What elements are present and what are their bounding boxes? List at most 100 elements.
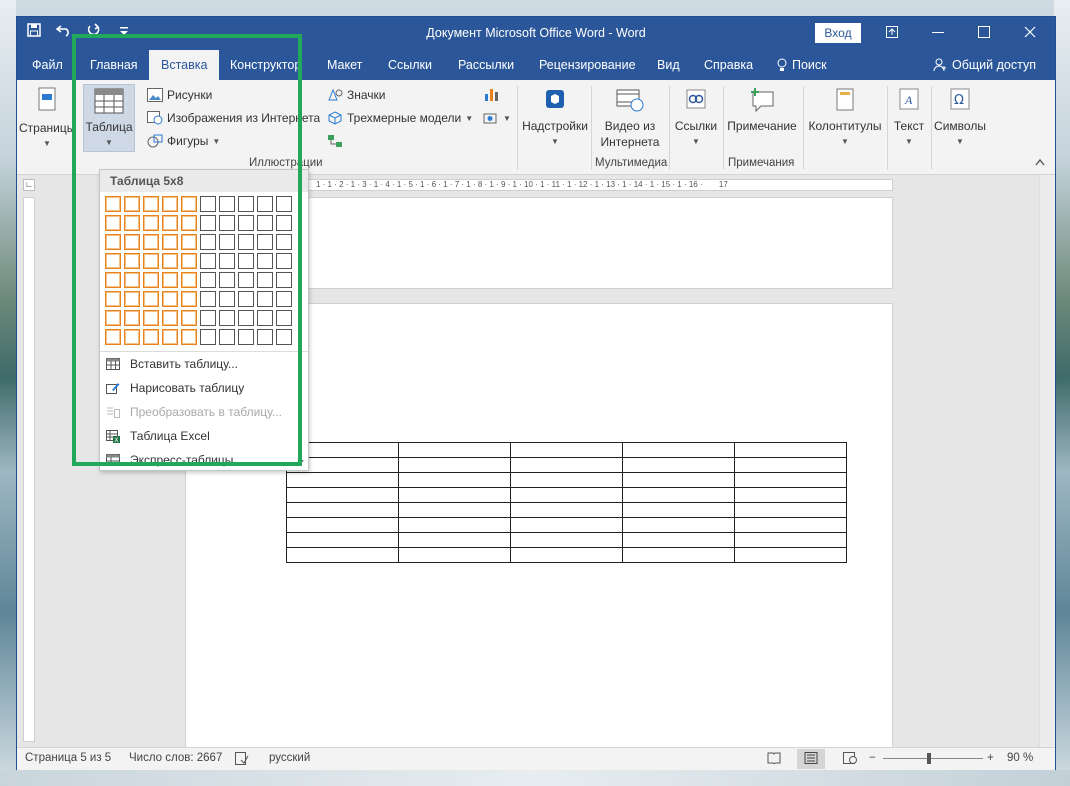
addins-button[interactable]: Надстройки ▼ bbox=[521, 86, 589, 150]
grid-cell[interactable] bbox=[238, 291, 254, 307]
collapse-ribbon-icon[interactable] bbox=[1035, 158, 1045, 166]
grid-cell[interactable] bbox=[238, 329, 254, 345]
grid-cell[interactable] bbox=[105, 196, 121, 212]
table-cell[interactable] bbox=[510, 457, 623, 473]
grid-cell[interactable] bbox=[143, 253, 159, 269]
table-cell[interactable] bbox=[286, 487, 399, 503]
grid-cell[interactable] bbox=[162, 272, 178, 288]
share-button[interactable]: Общий доступ bbox=[921, 50, 1048, 80]
table-button[interactable]: Таблица ▼ bbox=[83, 84, 135, 152]
zoom-in-icon[interactable]: + bbox=[987, 752, 994, 764]
grid-cell[interactable] bbox=[143, 215, 159, 231]
grid-cell[interactable] bbox=[181, 215, 197, 231]
text-button[interactable]: A Текст ▼ bbox=[889, 86, 929, 150]
table-cell[interactable] bbox=[398, 547, 511, 563]
grid-cell[interactable] bbox=[181, 329, 197, 345]
online-pictures-button[interactable]: Изображения из Интернета bbox=[147, 111, 320, 125]
grid-cell[interactable] bbox=[200, 215, 216, 231]
table-row[interactable] bbox=[286, 472, 847, 488]
grid-cell[interactable] bbox=[238, 215, 254, 231]
table-row[interactable] bbox=[286, 532, 847, 548]
table-cell[interactable] bbox=[398, 442, 511, 458]
grid-cell[interactable] bbox=[124, 272, 140, 288]
grid-cell[interactable] bbox=[124, 329, 140, 345]
grid-cell[interactable] bbox=[276, 234, 292, 250]
grid-cell[interactable] bbox=[219, 310, 235, 326]
table-cell[interactable] bbox=[510, 532, 623, 548]
grid-cell[interactable] bbox=[124, 253, 140, 269]
close-icon[interactable] bbox=[1007, 17, 1053, 50]
grid-cell[interactable] bbox=[162, 234, 178, 250]
table-cell[interactable] bbox=[398, 487, 511, 503]
grid-cell[interactable] bbox=[124, 196, 140, 212]
grid-cell[interactable] bbox=[219, 253, 235, 269]
language[interactable]: русский bbox=[269, 752, 310, 764]
grid-cell[interactable] bbox=[124, 291, 140, 307]
menu-excel-table[interactable]: X Таблица Excel bbox=[106, 425, 304, 447]
table-cell[interactable] bbox=[286, 517, 399, 533]
grid-cell[interactable] bbox=[257, 234, 273, 250]
vertical-ruler[interactable] bbox=[23, 197, 35, 742]
page-count[interactable]: Страница 5 из 5 bbox=[25, 752, 111, 764]
table-cell[interactable] bbox=[622, 502, 735, 518]
maximize-icon[interactable] bbox=[961, 17, 1007, 50]
web-layout-icon[interactable] bbox=[843, 752, 857, 767]
grid-cell[interactable] bbox=[105, 329, 121, 345]
table-cell[interactable] bbox=[622, 442, 735, 458]
tab-design[interactable]: Конструктор bbox=[218, 50, 313, 80]
grid-cell[interactable] bbox=[276, 253, 292, 269]
table-cell[interactable] bbox=[286, 532, 399, 548]
grid-cell[interactable] bbox=[105, 310, 121, 326]
zoom-slider[interactable] bbox=[883, 753, 983, 764]
table-row[interactable] bbox=[286, 502, 847, 518]
read-mode-icon[interactable] bbox=[767, 752, 781, 767]
tab-references[interactable]: Ссылки bbox=[376, 50, 444, 80]
tab-file[interactable]: Файл bbox=[20, 50, 75, 80]
table-cell[interactable] bbox=[398, 457, 511, 473]
grid-cell[interactable] bbox=[181, 253, 197, 269]
tab-layout[interactable]: Макет bbox=[315, 50, 374, 80]
grid-cell[interactable] bbox=[105, 234, 121, 250]
pages-button[interactable]: Страницы ▼ bbox=[19, 86, 75, 152]
proofing-icon[interactable] bbox=[235, 752, 249, 768]
table-cell[interactable] bbox=[622, 472, 735, 488]
table-cell[interactable] bbox=[510, 487, 623, 503]
table-row[interactable] bbox=[286, 517, 847, 533]
tab-insert[interactable]: Вставка bbox=[149, 50, 220, 80]
symbols-button[interactable]: Ω Символы ▼ bbox=[931, 86, 989, 150]
table-cell[interactable] bbox=[286, 502, 399, 518]
comment-button[interactable]: Примечание bbox=[723, 86, 801, 134]
grid-cell[interactable] bbox=[124, 234, 140, 250]
table-cell[interactable] bbox=[622, 487, 735, 503]
table-row[interactable] bbox=[286, 442, 847, 458]
grid-cell[interactable] bbox=[181, 196, 197, 212]
grid-cell[interactable] bbox=[276, 291, 292, 307]
table-cell[interactable] bbox=[510, 502, 623, 518]
grid-cell[interactable] bbox=[200, 310, 216, 326]
grid-cell[interactable] bbox=[219, 234, 235, 250]
grid-cell[interactable] bbox=[200, 253, 216, 269]
grid-cell[interactable] bbox=[219, 272, 235, 288]
table-cell[interactable] bbox=[734, 442, 847, 458]
print-layout-icon[interactable] bbox=[797, 749, 825, 769]
grid-cell[interactable] bbox=[238, 196, 254, 212]
table-cell[interactable] bbox=[734, 502, 847, 518]
grid-cell[interactable] bbox=[200, 272, 216, 288]
tell-me-search[interactable]: Поиск bbox=[765, 50, 839, 80]
grid-cell[interactable] bbox=[162, 291, 178, 307]
grid-cell[interactable] bbox=[181, 310, 197, 326]
grid-cell[interactable] bbox=[181, 272, 197, 288]
grid-cell[interactable] bbox=[143, 291, 159, 307]
table-cell[interactable] bbox=[398, 517, 511, 533]
table-cell[interactable] bbox=[510, 517, 623, 533]
grid-cell[interactable] bbox=[276, 310, 292, 326]
table-row[interactable] bbox=[286, 487, 847, 503]
online-video-button[interactable]: Видео из Интернета bbox=[595, 86, 665, 150]
tab-home[interactable]: Главная bbox=[78, 50, 150, 80]
tab-view[interactable]: Вид bbox=[645, 50, 692, 80]
zoom-slider-thumb[interactable] bbox=[927, 753, 931, 764]
grid-cell[interactable] bbox=[276, 215, 292, 231]
table-cell[interactable] bbox=[510, 442, 623, 458]
grid-cell[interactable] bbox=[257, 272, 273, 288]
table-cell[interactable] bbox=[622, 547, 735, 563]
